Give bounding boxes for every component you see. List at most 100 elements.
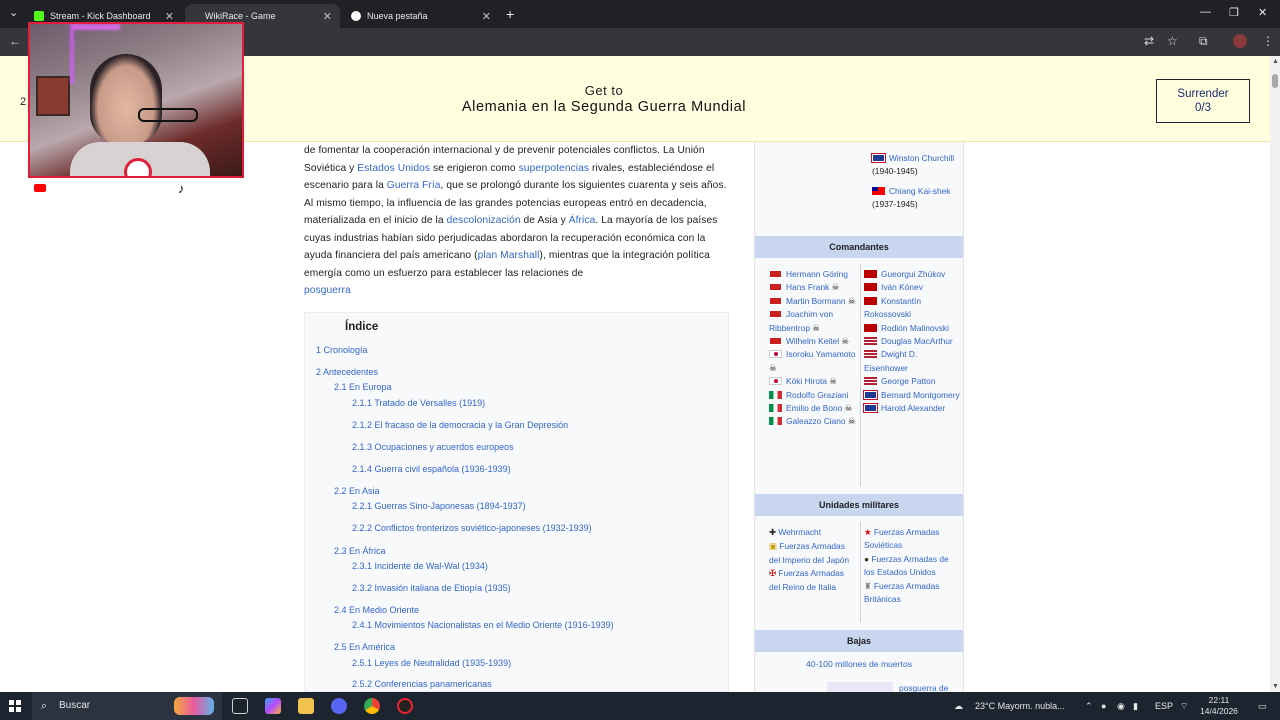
leader-years: (1940-1945) (872, 166, 918, 177)
file-explorer-icon[interactable] (298, 698, 314, 714)
toc-entry[interactable]: 2.1.1 Tratado de Versalles (1919) (352, 398, 485, 408)
toc-entry[interactable]: 2.5.1 Leyes de Neutralidad (1935-1939) (352, 658, 511, 668)
italy-flag-icon (769, 390, 782, 399)
close-tab-icon[interactable]: ✕ (482, 10, 491, 23)
unit-link[interactable]: Fuerzas Armadas del Imperio del Japón (769, 541, 849, 564)
toc-entry[interactable]: 2.5 En América (334, 642, 395, 652)
scroll-up-icon[interactable]: ▲ (1272, 58, 1279, 65)
commander-note: ☠ (809, 322, 820, 333)
commander-link[interactable]: Kōki Hirota (786, 376, 827, 386)
taskbar-search[interactable]: ⌕ Buscar (32, 692, 222, 720)
weather-text[interactable]: 23°C Mayorm. nubla... (975, 692, 1065, 720)
discord-icon[interactable] (331, 698, 347, 714)
toc-entry[interactable]: 2.1.4 Guerra civil española (1936-1939) (352, 464, 511, 474)
close-window-button[interactable]: ✕ (1258, 6, 1267, 19)
scroll-down-icon[interactable]: ▼ (1272, 683, 1279, 690)
commander-link[interactable]: Wilhelm Keitel (786, 336, 839, 346)
us-army-emblem-icon: ● (864, 553, 870, 564)
commander-link[interactable]: Douglas MacArthur (881, 336, 953, 346)
commander-link[interactable]: Martin Bormann (786, 296, 846, 306)
toc-entry[interactable]: 2.2.2 Conflictos fronterizos soviético-j… (352, 523, 592, 533)
language-indicator[interactable]: ESP (1155, 692, 1173, 720)
commander-link[interactable]: Rodolfo Graziani (786, 390, 848, 400)
toc-entry[interactable]: 2.2.1 Guerras Sino-Japonesas (1894-1937) (352, 501, 526, 511)
commander-link[interactable]: Gueorgui Zhúkov (881, 269, 945, 279)
casualties-total[interactable]: 40-100 millones de muertos (755, 659, 963, 669)
bookmark-star-icon[interactable]: ☆ (1167, 34, 1178, 48)
surrender-button[interactable]: Surrender 0/3 (1156, 79, 1250, 123)
leader-link[interactable]: Chiang Kai-shek (889, 186, 950, 196)
profile-avatar-icon[interactable] (1233, 34, 1247, 48)
surrender-count: 0/3 (1195, 102, 1211, 114)
social-strip (28, 180, 244, 194)
link-superpotencias[interactable]: superpotencias (519, 163, 590, 174)
tray-app-icon[interactable]: ● (1101, 692, 1106, 720)
toc-entry[interactable]: 2.1.3 Ocupaciones y acuerdos europeos (352, 442, 514, 452)
link-descolonizacion[interactable]: descolonización (447, 215, 521, 226)
taskbar-clock[interactable]: 22:11 14/4/2026 (1198, 695, 1240, 717)
tray-chevron-icon[interactable]: ⌃ (1085, 692, 1093, 720)
page-scrollbar[interactable]: ▲ ▼ (1270, 56, 1280, 692)
close-tab-icon[interactable]: ✕ (165, 10, 174, 23)
soviet-star-icon: ★ (864, 527, 872, 537)
commander-link[interactable]: Iván Kónev (881, 282, 923, 292)
unit-link[interactable]: Fuerzas Armadas Británicas (864, 581, 939, 604)
translate-icon[interactable]: ⇄ (1144, 34, 1154, 48)
search-icon: ⌕ (41, 700, 48, 712)
commander-link[interactable]: George Patton (881, 376, 935, 386)
link-posguerra[interactable]: posguerra (304, 285, 351, 296)
scrollbar-thumb[interactable] (1272, 74, 1278, 88)
tab-nueva-pestana[interactable]: Nueva pestaña ✕ (343, 4, 499, 28)
link-guerra-fria[interactable]: Guerra Fría (387, 180, 441, 191)
commander-note: ☠ (826, 376, 837, 387)
link-plan-marshall[interactable]: plan Marshall (478, 250, 540, 261)
toc-entry[interactable]: 2.4 En Medio Oriente (334, 605, 419, 615)
toc-entry[interactable]: 1 Cronología (316, 345, 368, 355)
link-africa[interactable]: África (569, 215, 596, 226)
notifications-icon[interactable]: ▭ (1258, 692, 1267, 720)
infobox: Winston Churchill (1940-1945) Chiang Kai… (754, 142, 964, 692)
commander-link[interactable]: Isoroku Yamamoto (786, 349, 856, 359)
toc-entry[interactable]: 2 Antecedentes (316, 367, 378, 377)
toc-entry[interactable]: 2.3 En África (334, 546, 386, 556)
extensions-icon[interactable]: ⧉ (1199, 34, 1208, 49)
commander-link[interactable]: Hermann Göring (786, 269, 848, 279)
commander-link[interactable]: Rodión Malinovski (881, 323, 949, 333)
toc-entry[interactable]: 2.3.1 Incidente de Wal-Wal (1934) (352, 561, 488, 571)
tab-search-icon[interactable]: ⌄ (9, 6, 18, 19)
commander-link[interactable]: Emilio de Bono (786, 403, 842, 413)
toc-entry[interactable]: 2.1.2 El fracaso de la democracia y la G… (352, 420, 568, 430)
posguerra-link[interactable]: posguerra de (899, 683, 948, 692)
toc-entry[interactable]: 2.4.1 Movimientos Nacionalistas en el Me… (352, 620, 614, 630)
unit-link[interactable]: Fuerzas Armadas de los Estados Unidos (864, 554, 949, 577)
unit-link[interactable]: Wehrmacht (778, 527, 821, 537)
menu-icon[interactable]: ⋮ (1262, 34, 1274, 48)
network-icon[interactable]: ◉ (1117, 692, 1125, 720)
toc-entry[interactable]: 2.5.2 Conferencias panamericanas (352, 679, 492, 689)
commander-link[interactable]: Hans Frank (786, 282, 829, 292)
maximize-button[interactable]: ❐ (1229, 6, 1239, 19)
commander-link[interactable]: Bernard Montgomery (881, 390, 960, 400)
unit-link[interactable]: Fuerzas Armadas del Reino de Italia (769, 568, 844, 591)
toc-entry[interactable]: 2.2 En Asia (334, 486, 380, 496)
leader-link[interactable]: Winston Churchill (889, 153, 954, 163)
chrome-taskbar-icon[interactable] (364, 698, 380, 714)
back-icon[interactable]: ← (9, 34, 21, 48)
commander-link[interactable]: Harold Alexander (881, 403, 945, 413)
toc-entry[interactable]: 2.1 En Europa (334, 382, 392, 392)
link-estados-unidos[interactable]: Estados Unidos (357, 163, 430, 174)
close-tab-icon[interactable]: ✕ (323, 10, 332, 23)
mic-icon[interactable]: ▮ (1133, 692, 1138, 720)
obs-icon[interactable] (397, 698, 413, 714)
new-tab-button[interactable]: + (506, 6, 514, 22)
commander-entry: Gueorgui Zhúkov (864, 268, 960, 281)
windows-start-icon[interactable] (9, 700, 21, 712)
toc-entry[interactable]: 2.3.2 Invasión italiana de Etiopía (1935… (352, 583, 511, 593)
commander-link[interactable]: Galeazzo Ciano (786, 416, 846, 426)
wifi-icon[interactable]: ⌔ (1180, 692, 1188, 720)
copilot-icon[interactable] (265, 698, 281, 714)
task-view-icon[interactable] (232, 698, 248, 714)
unit-link[interactable]: Fuerzas Armadas Soviéticas (864, 527, 939, 550)
minimize-button[interactable]: — (1200, 6, 1211, 18)
uk-flag-icon (863, 389, 878, 400)
